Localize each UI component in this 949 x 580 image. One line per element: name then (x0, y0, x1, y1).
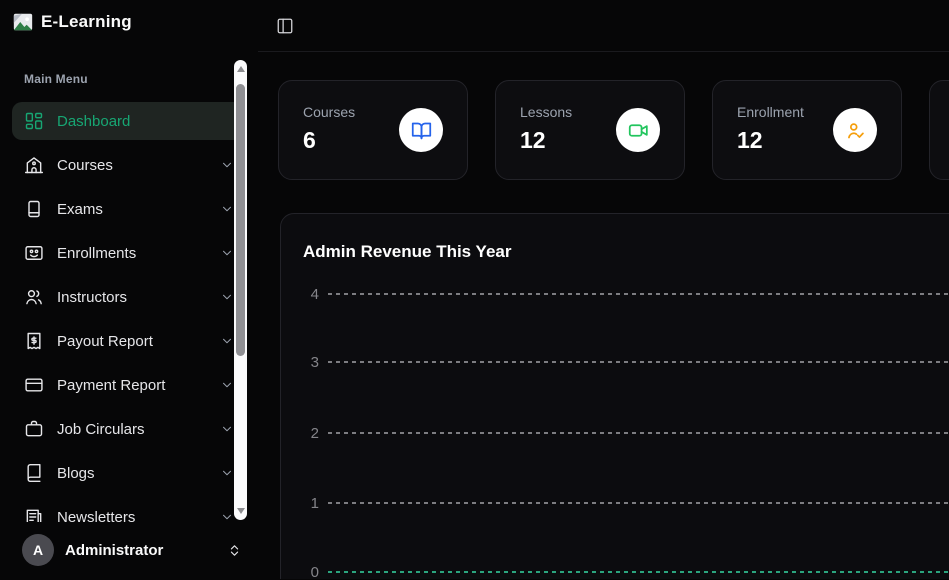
stat-card-partial (929, 80, 949, 180)
id-card-icon (24, 243, 44, 263)
sidebar-item-courses[interactable]: Courses (24, 143, 234, 187)
sidebar: E-Learning Main Menu Dashboard Courses (0, 0, 258, 580)
chevron-down-icon (220, 290, 234, 304)
y-axis-tick: 2 (303, 425, 319, 442)
sidebar-menu: Main Menu Dashboard Courses (0, 56, 258, 522)
gridline-row: 4 (303, 284, 949, 304)
sidebar-item-payout-report[interactable]: Payout Report (24, 319, 234, 363)
sidebar-item-label: Payout Report (57, 333, 153, 350)
sidebar-item-payment-report[interactable]: Payment Report (24, 363, 234, 407)
users-icon (24, 287, 44, 307)
sidebar-item-label: Dashboard (57, 113, 130, 130)
gridline (328, 293, 949, 295)
briefcase-icon (24, 419, 44, 439)
broken-image-icon (12, 11, 34, 33)
sidebar-item-label: Blogs (57, 465, 95, 482)
sidebar-item-dashboard[interactable]: Dashboard (12, 102, 246, 140)
chevron-down-icon (220, 334, 234, 348)
panel-left-icon (276, 17, 294, 35)
revenue-zero-line (328, 571, 949, 573)
chevron-down-icon (220, 510, 234, 522)
gridline-row: 2 (303, 423, 949, 443)
chevron-down-icon (220, 202, 234, 216)
stat-card-courses: Courses 6 (278, 80, 468, 180)
sidebar-item-instructors[interactable]: Instructors (24, 275, 234, 319)
revenue-chart-card: Admin Revenue This Year 4 3 2 1 0 (280, 213, 949, 579)
receipt-dollar-icon (24, 331, 44, 351)
scroll-down-arrow-icon[interactable] (237, 508, 245, 514)
user-menu-button[interactable]: A Administrator (22, 532, 242, 568)
scroll-up-arrow-icon[interactable] (237, 66, 245, 72)
sidebar-scrollbar[interactable] (234, 60, 247, 520)
sidebar-item-label: Enrollments (57, 245, 136, 262)
gridline-row: 3 (303, 352, 949, 372)
chevrons-up-down-icon (227, 543, 242, 558)
sidebar-item-label: Payment Report (57, 377, 165, 394)
user-check-icon (833, 108, 877, 152)
stat-value: 12 (737, 127, 804, 154)
chevron-down-icon (220, 466, 234, 480)
sidebar-item-job-circulars[interactable]: Job Circulars (24, 407, 234, 451)
y-axis-tick: 1 (303, 495, 319, 512)
sidebar-item-label: Job Circulars (57, 421, 145, 438)
gridline-row-zero: 0 (303, 562, 949, 579)
main-area: Courses 6 Lessons 12 (258, 0, 949, 580)
menu-section-label: Main Menu (24, 72, 234, 86)
chevron-down-icon (220, 158, 234, 172)
y-axis-tick: 4 (303, 286, 319, 303)
stat-info: Courses 6 (303, 104, 355, 156)
layout-dashboard-icon (24, 111, 44, 131)
chevron-down-icon (220, 378, 234, 392)
stat-label: Courses (303, 104, 355, 120)
sidebar-item-label: Newsletters (57, 509, 135, 523)
sidebar-item-label: Courses (57, 157, 113, 174)
book-icon (24, 463, 44, 483)
newspaper-icon (24, 507, 44, 522)
stat-card-lessons: Lessons 12 (495, 80, 685, 180)
stat-info: Lessons 12 (520, 104, 572, 156)
chevron-down-icon (220, 422, 234, 436)
sidebar-item-enrollments[interactable]: Enrollments (24, 231, 234, 275)
chevron-down-icon (220, 246, 234, 260)
sidebar-item-newsletters[interactable]: Newsletters (24, 495, 234, 522)
stat-card-enrollment: Enrollment 12 (712, 80, 902, 180)
sidebar-item-exams[interactable]: Exams (24, 187, 234, 231)
scrollbar-thumb[interactable] (236, 84, 245, 356)
credit-card-icon (24, 375, 44, 395)
gridline (328, 432, 949, 434)
sidebar-item-label: Exams (57, 201, 103, 218)
sidebar-item-blogs[interactable]: Blogs (24, 451, 234, 495)
sidebar-toggle-button[interactable] (274, 15, 296, 37)
stat-info: Enrollment 12 (737, 104, 804, 156)
gridline (328, 361, 949, 363)
stat-cards-row: Courses 6 Lessons 12 (278, 80, 949, 180)
dashboard-content: Courses 6 Lessons 12 (258, 52, 949, 579)
gridline (328, 502, 949, 504)
avatar: A (22, 534, 54, 566)
y-axis-tick: 0 (303, 564, 319, 580)
stat-value: 12 (520, 127, 572, 154)
stat-value: 6 (303, 127, 355, 154)
chart-title: Admin Revenue This Year (303, 242, 949, 262)
school-icon (24, 155, 44, 175)
stat-label: Lessons (520, 104, 572, 120)
app-logo: E-Learning (0, 0, 258, 44)
stat-label: Enrollment (737, 104, 804, 120)
user-name: Administrator (65, 542, 163, 559)
book-open-icon (399, 108, 443, 152)
sidebar-item-label: Instructors (57, 289, 127, 306)
video-camera-icon (616, 108, 660, 152)
y-axis-tick: 3 (303, 354, 319, 371)
topbar (258, 0, 949, 52)
gridline-row: 1 (303, 493, 949, 513)
tablet-book-icon (24, 199, 44, 219)
app-title: E-Learning (41, 12, 132, 32)
